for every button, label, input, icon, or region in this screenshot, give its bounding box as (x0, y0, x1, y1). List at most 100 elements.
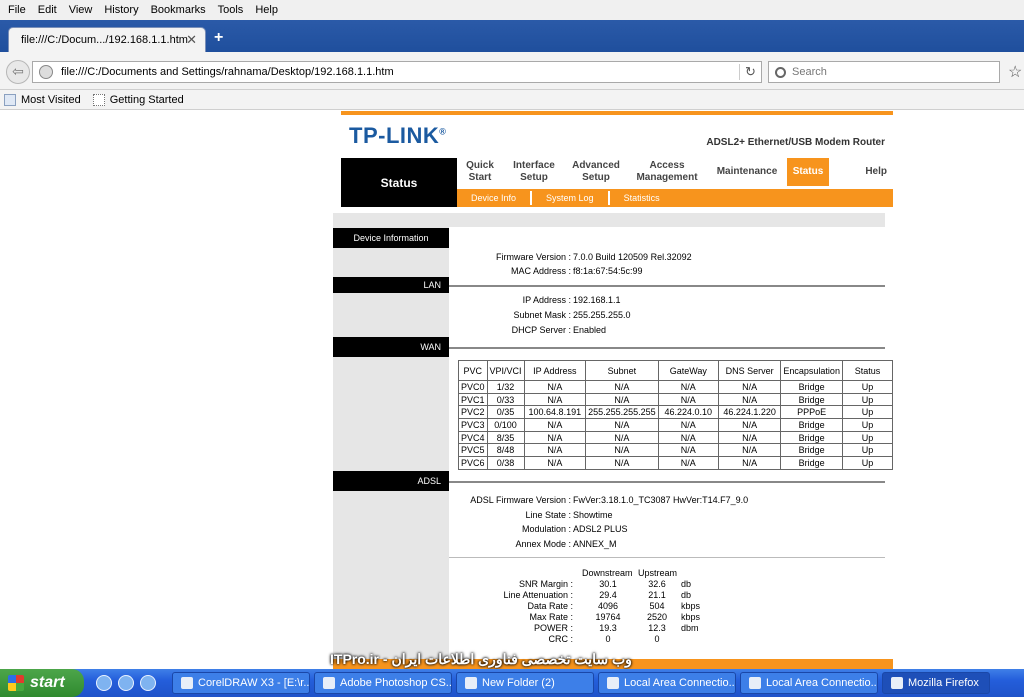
nav-advanced-setup[interactable]: Advanced Setup (565, 158, 627, 186)
table-cell: Up (841, 392, 894, 407)
bookmark-star-icon[interactable]: ☆ (1008, 62, 1022, 82)
table-cell: 255.255.255.255 (585, 405, 659, 420)
taskbar-label: Local Area Connectio... (624, 677, 736, 689)
stats-downstream: 19.3 (599, 623, 617, 633)
table-cell: PVC6 (458, 456, 488, 470)
table-cell: N/A (657, 392, 719, 407)
search-input[interactable]: Search (768, 61, 1000, 83)
stats-downstream: 4096 (597, 601, 619, 611)
table-cell: N/A (657, 380, 719, 394)
nav-status[interactable]: Status (787, 158, 829, 186)
main-nav: Quick Start Interface Setup Advanced Setup … (457, 158, 893, 186)
menu-history[interactable]: History (98, 4, 144, 16)
subnav-device-info[interactable]: Device Info (457, 191, 533, 205)
table-cell: N/A (717, 380, 782, 394)
url-text[interactable]: file:///C:/Documents and Settings/rahnam… (61, 66, 739, 78)
kv-value: Showtime (573, 510, 613, 520)
stats-upstream: 32.6 (648, 579, 666, 589)
kv-line-state: Line State : Showtime (449, 510, 885, 520)
table-cell: N/A (717, 443, 782, 458)
menu-help[interactable]: Help (249, 4, 284, 16)
taskbar-item-firefox[interactable]: Mozilla Firefox (882, 672, 990, 694)
menu-file[interactable]: File (2, 4, 32, 16)
table-cell: N/A (585, 392, 659, 407)
taskbar-item-new-folder[interactable]: New Folder (2) (456, 672, 594, 694)
nav-quick-start[interactable]: Quick Start (457, 158, 503, 186)
kv-value: FwVer:3.18.1.0_TC3087 HwVer:T14.F7_9.0 (573, 495, 749, 505)
kv-key: Firmware Version : (495, 252, 571, 262)
stats-downstream: 19764 (595, 612, 621, 622)
nav-maintenance[interactable]: Maintenance (707, 158, 787, 186)
table-cell: PVC3 (458, 418, 488, 432)
reload-icon[interactable]: ↻ (739, 64, 761, 80)
subnav-system-log[interactable]: System Log (532, 191, 610, 205)
stats-upstream: 2520 (646, 612, 668, 622)
bookmark-most-visited[interactable]: Most Visited (4, 93, 81, 106)
watermark-text: ITPro.ir - وب سایت تخصصی فناوری اطلاعات … (330, 651, 632, 667)
section-adsl: ADSL (333, 471, 449, 491)
brand-text: TP-LINK (349, 123, 440, 148)
start-button[interactable]: start (0, 669, 84, 697)
bookmark-getting-started[interactable]: Getting Started (92, 93, 184, 106)
taskbar-label: Mozilla Firefox (908, 677, 979, 689)
col-dns-server: DNS Server (717, 360, 782, 381)
router-page: TP-LINK® ADSL2+ Ethernet/USB Modem Route… (333, 111, 894, 669)
nav-label: Setup (582, 172, 610, 183)
section-lan: LAN (333, 277, 449, 293)
section-device-info: Device Information (333, 228, 449, 248)
windows-flag-icon (8, 675, 24, 691)
subnav-statistics[interactable]: Statistics (610, 191, 674, 205)
nav-label: Management (636, 172, 698, 183)
table-cell: PVC4 (458, 430, 488, 445)
table-cell: Up (841, 418, 894, 432)
coreldraw-icon (181, 677, 193, 689)
kv-key: Subnet Mask : (513, 310, 571, 320)
kv-ip: IP Address :192.168.1.1 (449, 295, 885, 305)
close-tab-icon[interactable]: ✕ (186, 32, 197, 48)
stats-label: Data Rate : (527, 601, 573, 611)
nav-help[interactable]: Help (829, 158, 893, 186)
table-cell: N/A (523, 392, 587, 407)
nav-interface-setup[interactable]: Interface Setup (503, 158, 565, 186)
nav-label: Advanced (572, 160, 620, 171)
kv-value: 7.0.0 Build 120509 Rel.32092 (573, 252, 692, 262)
firefox-icon[interactable] (118, 675, 134, 691)
taskbar-item-lan-2[interactable]: Local Area Connectio... (740, 672, 878, 694)
page-icon (92, 93, 105, 106)
table-cell: N/A (585, 456, 659, 470)
bookmark-label: Getting Started (109, 93, 184, 106)
table-cell: 0/100 (486, 418, 525, 432)
taskbar-label: New Folder (2) (482, 677, 555, 689)
stats-unit: db (681, 579, 692, 589)
section-wan: WAN (333, 337, 449, 357)
menu-view[interactable]: View (63, 4, 99, 16)
menu-bookmarks[interactable]: Bookmarks (145, 4, 212, 16)
divider (449, 347, 885, 349)
menu-edit[interactable]: Edit (32, 4, 63, 16)
url-bar[interactable]: file:///C:/Documents and Settings/rahnam… (32, 61, 762, 83)
kv-adsl-firmware: ADSL Firmware Version : FwVer:3.18.1.0_TC… (449, 495, 885, 505)
table-row: PVC2 0/35 100.64.8.191 255.255.255.255 46.22… (458, 405, 894, 420)
taskbar-label: Adobe Photoshop CS... (340, 677, 452, 689)
table-cell: N/A (585, 380, 659, 394)
back-button[interactable]: ⇦ (6, 60, 30, 84)
new-tab-icon[interactable]: + (214, 29, 223, 47)
table-cell: N/A (657, 456, 719, 470)
kv-value: 255.255.255.0 (573, 310, 631, 320)
browser-icon[interactable] (140, 675, 156, 691)
quick-launch (96, 675, 168, 691)
tab-active[interactable]: file:///C:/Docum.../192.168.1.1.htm ✕ (8, 27, 206, 52)
taskbar-item-photoshop[interactable]: Adobe Photoshop CS... (314, 672, 452, 694)
table-cell: N/A (657, 430, 719, 445)
taskbar-item-lan-1[interactable]: Local Area Connectio... (598, 672, 736, 694)
kv-key: IP Address : (522, 295, 571, 305)
stats-downstream: 0 (605, 634, 611, 644)
menu-tools[interactable]: Tools (212, 4, 250, 16)
start-label: start (30, 674, 65, 691)
nav-access-management[interactable]: Access Management (627, 158, 707, 186)
search-icon (775, 66, 786, 78)
ie-icon[interactable] (96, 675, 112, 691)
nav-label: Help (865, 166, 887, 177)
table-cell: PVC1 (458, 392, 488, 407)
taskbar-item-coreldraw[interactable]: CorelDRAW X3 - [E:\r... (172, 672, 310, 694)
